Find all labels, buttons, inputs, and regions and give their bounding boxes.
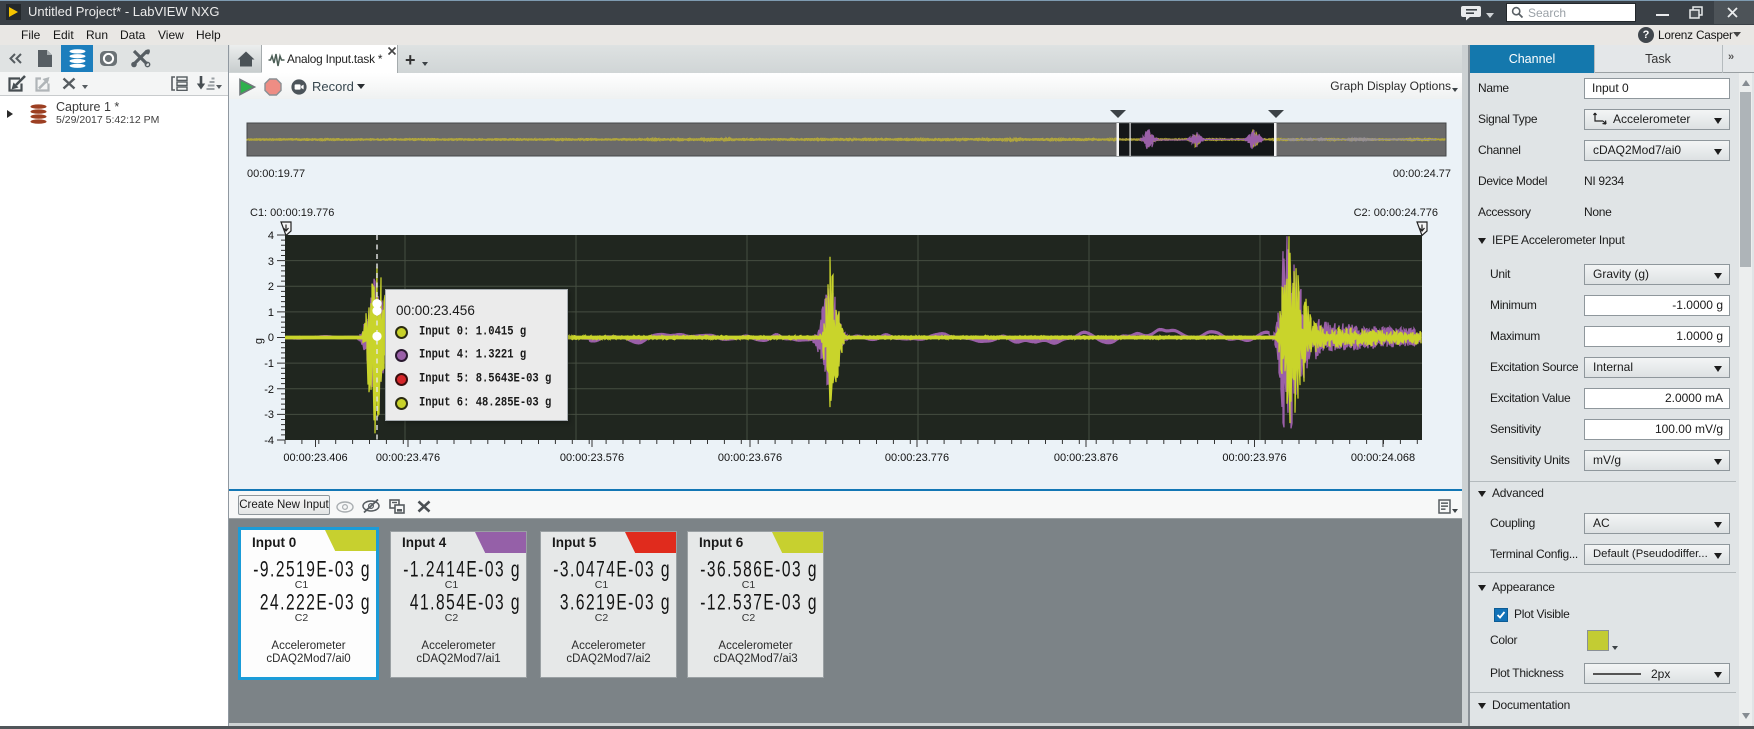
svg-text:-1: -1 [264,358,274,370]
svg-text:-2: -2 [264,384,274,396]
svg-text:00:00:23.976: 00:00:23.976 [1222,452,1286,464]
svg-text:C1: 00:00:19.776: C1: 00:00:19.776 [250,207,334,219]
svg-text:4: 4 [268,230,274,242]
svg-text:0: 0 [268,332,274,344]
svg-text:00:00:24.77: 00:00:24.77 [1393,168,1451,180]
svg-text:00:00:23.576: 00:00:23.576 [560,452,624,464]
svg-text:C2: 00:00:24.776: C2: 00:00:24.776 [1354,207,1438,219]
svg-text:-4: -4 [264,435,274,447]
svg-text:00:00:24.068: 00:00:24.068 [1351,452,1415,464]
svg-text:g: g [253,338,265,344]
svg-text:-3: -3 [264,409,274,421]
svg-text:00:00:23.876: 00:00:23.876 [1054,452,1118,464]
svg-text:00:00:23.476: 00:00:23.476 [376,452,440,464]
svg-text:2: 2 [268,281,274,293]
svg-text:00:00:23.406: 00:00:23.406 [283,452,347,464]
svg-text:3: 3 [268,256,274,268]
svg-text:00:00:23.776: 00:00:23.776 [885,452,949,464]
svg-text:1: 1 [268,307,274,319]
svg-text:00:00:23.676: 00:00:23.676 [718,452,782,464]
svg-text:00:00:19.77: 00:00:19.77 [247,168,305,180]
